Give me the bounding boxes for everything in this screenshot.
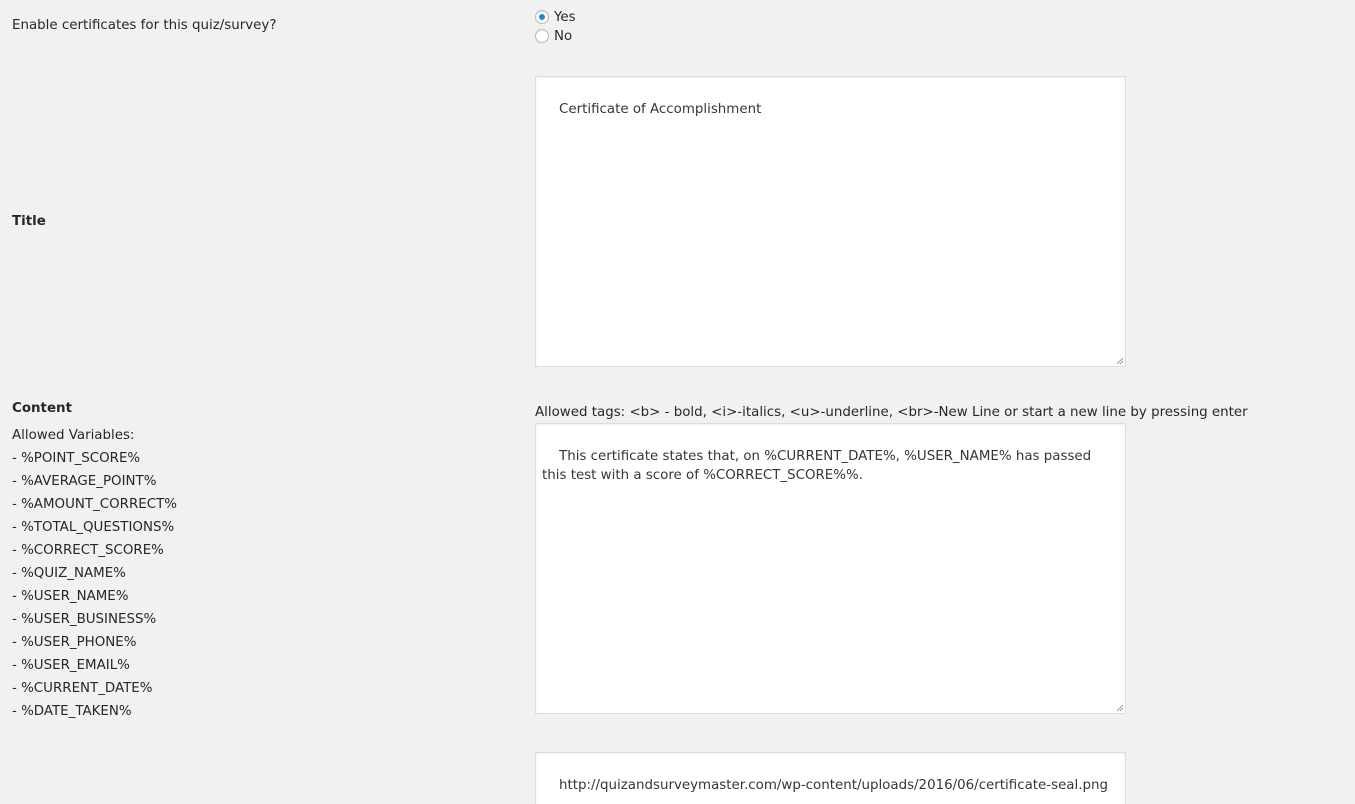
title-textarea[interactable]: Certificate of Accomplishment [535,76,1126,367]
radio-yes-label[interactable]: Yes [554,10,576,25]
certificate-settings-page: Enable certificates for this quiz/survey… [0,0,1355,804]
radio-no-button[interactable] [535,29,549,43]
variable-item: - %CURRENT_DATE% [12,681,153,696]
enable-certificates-label: Enable certificates for this quiz/survey… [12,18,277,33]
logo-url-textarea-value: http://quizandsurveymaster.com/wp-conten… [559,778,1108,793]
allowed-variables-heading: Allowed Variables: [12,428,135,443]
radio-yes-button[interactable] [535,10,549,24]
variable-item: - %AMOUNT_CORRECT% [12,497,177,512]
title-textarea-value: Certificate of Accomplishment [559,102,762,117]
content-textarea[interactable]: This certificate states that, on %CURREN… [535,423,1126,714]
variable-item: - %USER_BUSINESS% [12,612,157,627]
resize-handle-icon[interactable] [1115,703,1124,712]
variable-item: - %USER_EMAIL% [12,658,130,673]
variable-item: - %USER_PHONE% [12,635,137,650]
content-textarea-value: This certificate states that, on %CURREN… [542,449,1096,483]
resize-handle-icon[interactable] [1115,356,1124,365]
allowed-tags-hint: Allowed tags: <b> - bold, <i>-italics, <… [535,405,1248,420]
variable-item: - %AVERAGE_POINT% [12,474,157,489]
variable-item: - %QUIZ_NAME% [12,566,126,581]
radio-selected-dot [539,14,545,20]
variable-item: - %TOTAL_QUESTIONS% [12,520,175,535]
variable-item: - %USER_NAME% [12,589,129,604]
logo-url-textarea[interactable]: http://quizandsurveymaster.com/wp-conten… [535,752,1126,804]
radio-option-yes[interactable]: Yes [535,8,576,26]
allowed-variables-list: Allowed Variables: - %POINT_SCORE% - %AV… [12,424,177,723]
radio-option-no[interactable]: No [535,27,572,45]
variable-item: - %CORRECT_SCORE% [12,543,164,558]
title-label: Title [12,214,46,229]
variable-item: - %DATE_TAKEN% [12,704,132,719]
radio-no-label[interactable]: No [554,29,572,44]
variable-item: - %POINT_SCORE% [12,451,141,466]
content-label: Content [12,401,72,416]
